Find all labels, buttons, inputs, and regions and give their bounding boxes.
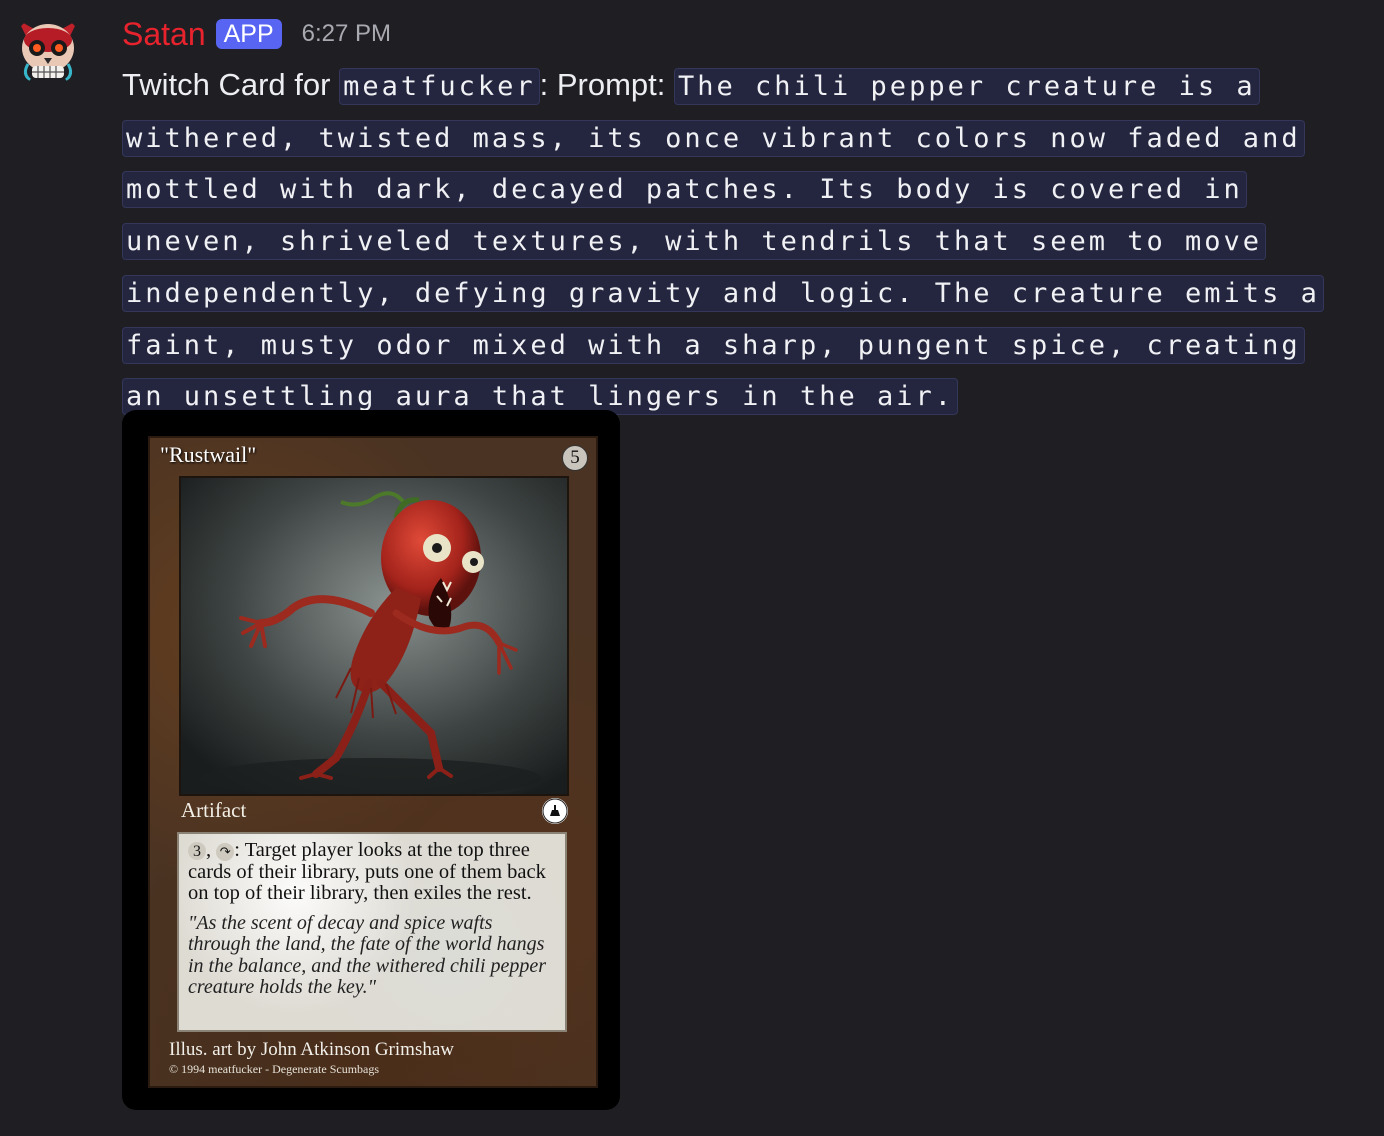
tap-icon: ↷ <box>216 843 235 861</box>
card-copyright: © 1994 meatfucker - Degenerate Scumbags <box>169 1062 380 1076</box>
set-symbol-icon <box>542 798 568 824</box>
chili-pepper-creature-illustration <box>181 478 567 794</box>
card-text-box: 3, ↷: Target player looks at the top thr… <box>177 832 567 1032</box>
app-badge: APP <box>215 19 282 49</box>
avatar[interactable] <box>12 14 84 86</box>
card-image-attachment[interactable]: "Rustwail" 5 Artifact 3 , ↷: Target pla… <box>122 410 620 1110</box>
message-content: Twitch Card for meatfucker: Prompt: The … <box>122 60 1352 422</box>
message-text-before: Twitch Card for <box>122 67 340 102</box>
generic-mana-symbol: 3 <box>188 842 206 860</box>
magic-card: "Rustwail" 5 Artifact 3 , ↷: Target pla… <box>148 436 598 1088</box>
inline-code-prompt: The chili pepper creature is a withered,… <box>122 68 1324 416</box>
inline-code-username: meatfucker <box>339 68 540 105</box>
card-rules-text: 3, ↷: Target player looks at the top thr… <box>188 839 546 904</box>
username[interactable]: Satan <box>122 16 206 53</box>
card-art <box>179 476 569 796</box>
mana-cost: 5 <box>562 445 588 471</box>
ability-text: : Target player looks at the top three c… <box>188 839 546 904</box>
card-flavor-text: "As the scent of decay and spice wafts t… <box>188 911 547 998</box>
card-name: "Rustwail" <box>160 442 257 467</box>
illustrator-credit: Illus. art by John Atkinson Grimshaw <box>169 1039 454 1060</box>
card-type-line: Artifact <box>181 798 247 822</box>
timestamp[interactable]: 6:27 PM <box>302 20 391 48</box>
message-text-middle: : Prompt: <box>539 67 674 102</box>
message-header: Satan APP 6:27 PM <box>122 12 391 56</box>
demon-skull-icon <box>12 14 84 86</box>
